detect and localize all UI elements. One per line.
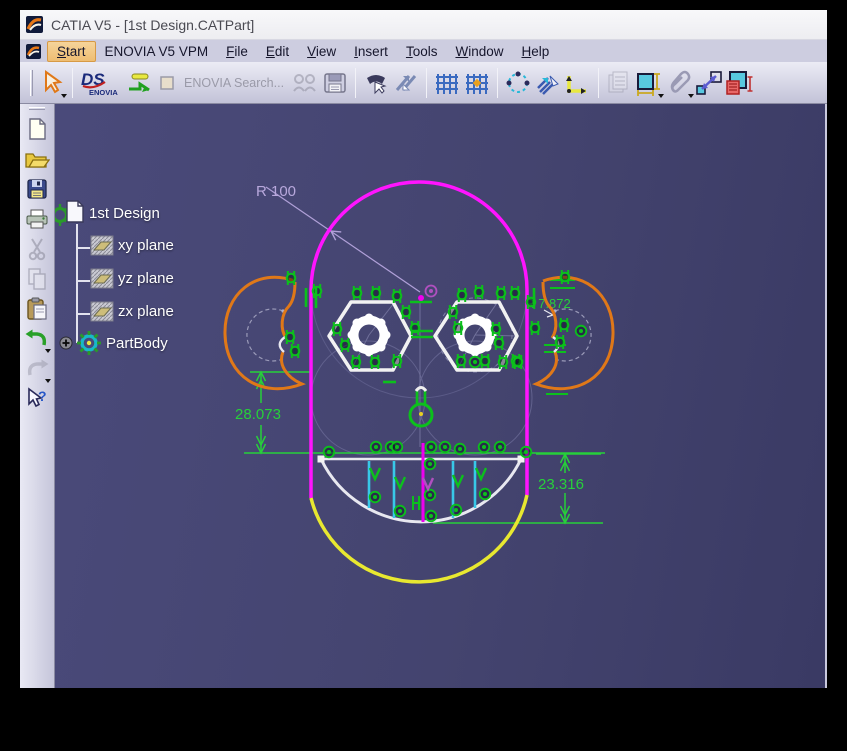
- ds-enovia-logo-icon[interactable]: DS ENOVIA: [78, 67, 124, 99]
- menu-item-file[interactable]: File: [217, 42, 257, 61]
- plane-icon: [90, 301, 114, 322]
- window-title: CATIA V5 - [1st Design.CATPart]: [51, 17, 254, 33]
- save-icon[interactable]: [23, 174, 51, 204]
- screenshot-stage: CATIA V5 - [1st Design.CATPart] Start EN…: [0, 0, 847, 751]
- tree-item-label[interactable]: PartBody: [106, 335, 168, 352]
- users-icon: [290, 67, 320, 99]
- document-logo-icon[interactable]: [26, 44, 41, 59]
- tree-node-yz-plane[interactable]: yz plane: [90, 268, 174, 289]
- grid-icon[interactable]: [432, 67, 462, 99]
- menu-item-window[interactable]: Window: [446, 42, 512, 61]
- toolbar-grip[interactable]: [30, 70, 33, 96]
- tree-node-xy-plane[interactable]: xy plane: [90, 235, 174, 256]
- copy-icon: [23, 264, 51, 294]
- tree-item-label[interactable]: zx plane: [118, 303, 174, 320]
- nose-center-point[interactable]: [419, 412, 423, 416]
- tree-node-partbody[interactable]: PartBody: [59, 330, 168, 356]
- undo-dropdown-arrow[interactable]: [45, 349, 51, 353]
- partbody-gear-icon: [76, 330, 102, 356]
- enovia-search-label[interactable]: ENOVIA Search...: [184, 76, 284, 90]
- menu-item-enovia-v5-vpm[interactable]: ENOVIA V5 VPM: [96, 42, 218, 61]
- animate-constraint-icon[interactable]: [694, 67, 724, 99]
- menu-item-tools[interactable]: Tools: [397, 42, 447, 61]
- workbench-arrow-icon[interactable]: [124, 67, 154, 99]
- head-center-marker[interactable]: [418, 286, 437, 302]
- horizontal-constraint-icon[interactable]: [413, 496, 419, 510]
- vtoolbar-grip[interactable]: [29, 107, 45, 110]
- paste-icon[interactable]: [23, 294, 51, 324]
- dimension-box-icon[interactable]: [634, 67, 664, 99]
- undo-icon[interactable]: [23, 324, 51, 354]
- menu-item-view[interactable]: View: [298, 42, 345, 61]
- svg-text:?: ?: [38, 388, 47, 404]
- dimension-mouth-depth-text[interactable]: 23.316: [538, 476, 584, 493]
- menu-item-insert[interactable]: Insert: [345, 42, 397, 61]
- print-icon[interactable]: [23, 204, 51, 234]
- redo-icon: [23, 354, 51, 384]
- tree-node-root[interactable]: 1st Design: [55, 200, 160, 226]
- toolbar-separator: [598, 68, 599, 98]
- plane-icon: [90, 268, 114, 289]
- dimension-head-radius-text[interactable]: R 100: [256, 183, 296, 200]
- select-dropdown-arrow[interactable]: [61, 94, 67, 98]
- toolbar-separator: [355, 68, 356, 98]
- toolbar-separator: [497, 68, 498, 98]
- redo-dropdown-arrow[interactable]: [45, 379, 51, 383]
- toolbar-separator: [72, 68, 73, 98]
- svg-text:ENOVIA: ENOVIA: [89, 88, 118, 97]
- sheets-icon: [604, 67, 634, 99]
- select-cursor-icon[interactable]: [37, 67, 67, 99]
- sketch-solving-icon[interactable]: [503, 67, 533, 99]
- diagnostics-icon[interactable]: [533, 67, 563, 99]
- tree-root-label[interactable]: 1st Design: [89, 205, 160, 222]
- open-folder-icon[interactable]: [23, 144, 51, 174]
- title-bar: CATIA V5 - [1st Design.CATPart]: [20, 10, 827, 40]
- catia-logo-icon: [26, 16, 43, 33]
- construction-geometry: [247, 182, 591, 455]
- plane-icon: [90, 235, 114, 256]
- mouth-left-endpoint[interactable]: [318, 456, 325, 463]
- snap-to-grid-icon[interactable]: [462, 67, 492, 99]
- monkey-face-sketch: 28.073 23.316 R 100: [55, 104, 825, 688]
- main-toolbar: DS ENOVIA ENOVIA Search...: [20, 62, 827, 104]
- tree-item-label[interactable]: xy plane: [118, 237, 174, 254]
- tree-item-label[interactable]: yz plane: [118, 270, 174, 287]
- sketcher-canvas[interactable]: 28.073 23.316 R 100: [55, 104, 825, 688]
- menu-item-help[interactable]: Help: [512, 42, 558, 61]
- tree-stub: [76, 280, 90, 282]
- main-row: ?: [20, 104, 827, 688]
- tree-node-zx-plane[interactable]: zx plane: [90, 301, 174, 322]
- dimension-ear-height-text[interactable]: 28.073: [235, 406, 281, 423]
- standard-vertical-toolbar: ?: [20, 104, 55, 688]
- edit-multiconstraint-icon[interactable]: [724, 67, 754, 99]
- cut-icon: [23, 234, 51, 264]
- menu-bar: Start ENOVIA V5 VPM File Edit View Inser…: [20, 40, 827, 62]
- mouth[interactable]: [318, 443, 525, 522]
- connect-icon[interactable]: [361, 67, 391, 99]
- menu-item-start[interactable]: Start: [47, 41, 96, 62]
- toolbar-separator: [426, 68, 427, 98]
- exchange-arrows-icon[interactable]: [391, 67, 421, 99]
- expand-plus-icon[interactable]: [59, 336, 73, 350]
- catia-window: CATIA V5 - [1st Design.CATPart] Start EN…: [20, 10, 827, 688]
- tree-stub: [76, 313, 90, 315]
- new-document-icon[interactable]: [23, 114, 51, 144]
- right-ear[interactable]: [536, 277, 613, 388]
- menu-item-edit[interactable]: Edit: [257, 42, 298, 61]
- constraint-clip-icon[interactable]: [664, 67, 694, 99]
- tree-stub: [76, 247, 90, 249]
- enovia-search-checkbox[interactable]: [154, 67, 180, 99]
- vertical-constraints[interactable]: [370, 468, 486, 510]
- tree-branch-line: [76, 224, 78, 343]
- vault-save-icon[interactable]: [320, 67, 350, 99]
- profile-corner-icon[interactable]: [563, 67, 593, 99]
- part-icon: [55, 200, 85, 226]
- whats-this-icon[interactable]: ?: [23, 384, 51, 414]
